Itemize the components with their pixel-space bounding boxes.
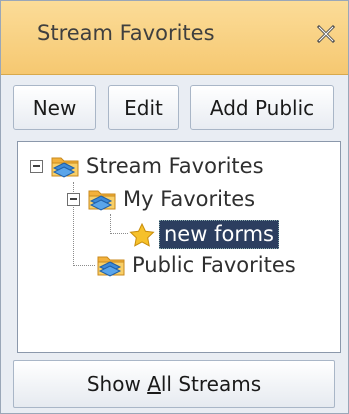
- favorites-folder-icon: [88, 190, 116, 211]
- panel-footer: Show All Streams: [1, 357, 348, 413]
- tree-label-selected: new forms: [159, 220, 279, 249]
- show-all-label-prefix: Show: [86, 372, 148, 396]
- show-all-access-key: A: [147, 372, 161, 396]
- add-public-button[interactable]: Add Public: [190, 85, 334, 130]
- tree-connector: [110, 214, 111, 234]
- add-public-button-label: Add Public: [209, 95, 315, 120]
- tree-connector: [110, 233, 128, 234]
- tree-label: My Favorites: [123, 187, 256, 211]
- edit-button-label: Edit: [124, 95, 163, 120]
- tree-node-my-favorites[interactable]: My Favorites: [67, 186, 255, 212]
- favorites-folder-icon: [51, 157, 79, 178]
- favorites-folder-icon: [97, 256, 125, 277]
- star-icon: [129, 222, 155, 247]
- favorites-tree[interactable]: Stream Favorites My Favorites new forms: [17, 141, 341, 353]
- tree-label: Stream Favorites: [86, 154, 264, 178]
- show-all-label-suffix: ll Streams: [160, 372, 262, 396]
- edit-button[interactable]: Edit: [108, 85, 179, 130]
- new-button-label: New: [32, 95, 77, 120]
- stream-favorites-panel: Stream Favorites New Edit Add Public Str…: [0, 0, 349, 414]
- show-all-streams-button[interactable]: Show All Streams: [13, 360, 335, 408]
- new-button[interactable]: New: [13, 85, 96, 130]
- close-x-icon[interactable]: [315, 23, 337, 45]
- collapse-icon[interactable]: [67, 192, 80, 206]
- tree-connector: [73, 265, 95, 266]
- tree-node-new-forms[interactable]: new forms: [129, 220, 279, 249]
- tree-label: Public Favorites: [132, 253, 296, 277]
- panel-header: Stream Favorites: [1, 1, 348, 75]
- panel-title: Stream Favorites: [37, 21, 215, 45]
- tree-node-stream-favorites[interactable]: Stream Favorites: [30, 153, 264, 179]
- collapse-icon[interactable]: [30, 159, 43, 173]
- toolbar: New Edit Add Public: [1, 75, 348, 137]
- tree-node-public-favorites[interactable]: Public Favorites: [96, 252, 296, 278]
